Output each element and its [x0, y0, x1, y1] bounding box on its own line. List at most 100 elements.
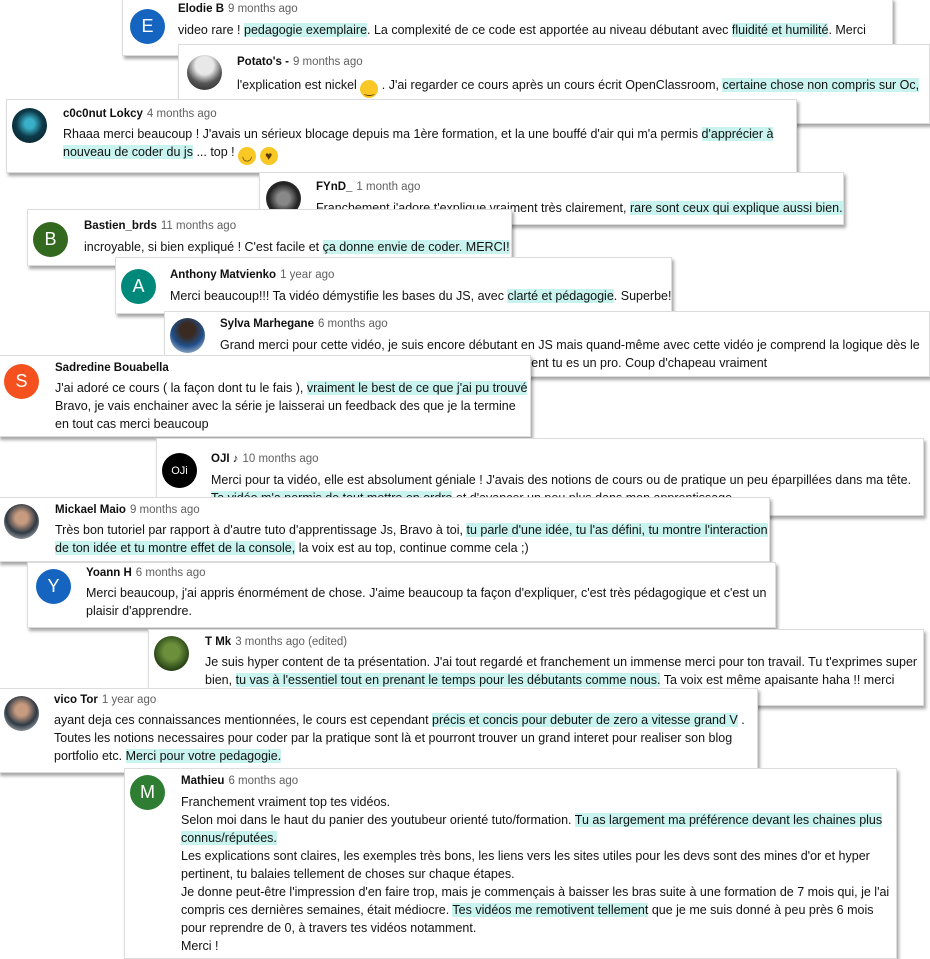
- comment-line: Je suis hyper content de ta présentation…: [205, 653, 917, 671]
- comment-body: ayant deja ces connaissances mentionnées…: [54, 711, 745, 765]
- comment-line: Très bon tutoriel par rapport à d'autre …: [55, 521, 768, 539]
- timestamp[interactable]: 1 year ago: [102, 694, 156, 706]
- author-name[interactable]: Yoann H: [86, 567, 132, 579]
- author-name[interactable]: Bastien_brds: [84, 220, 157, 232]
- comment-line: video rare ! pedagogie exemplaire. La co…: [178, 21, 866, 39]
- timestamp[interactable]: 4 months ago: [147, 108, 217, 120]
- comment-body: J'ai adoré ce cours ( la façon dont tu l…: [55, 379, 528, 433]
- comment-header: Sadredine Bouabella: [55, 362, 173, 374]
- comment-text: . J'ai regarder ce cours après un cours …: [378, 78, 723, 92]
- highlighted-text: d'apprécier à: [701, 127, 774, 141]
- comment-text: . Merci: [828, 23, 866, 37]
- avatar[interactable]: Y: [36, 569, 71, 604]
- comment-card: S Sadredine Bouabella J'ai adoré ce cours …: [0, 355, 531, 437]
- comment-line: Les explications sont claires, les exemp…: [181, 847, 889, 865]
- timestamp[interactable]: 11 months ago: [161, 220, 236, 232]
- author-name[interactable]: T Mk: [205, 636, 231, 648]
- comment-line: J'ai adoré ce cours ( la façon dont tu l…: [55, 379, 528, 397]
- comment-text: bien,: [205, 673, 236, 687]
- comment-card: Mickael Maio 9 months ago Très bon tutorie…: [0, 497, 770, 562]
- author-name[interactable]: FYnD_: [316, 181, 352, 193]
- avatar[interactable]: [154, 636, 189, 671]
- timestamp[interactable]: 6 months ago: [228, 775, 298, 787]
- comment-line: compris ces dernières semaines, était mé…: [181, 901, 889, 919]
- timestamp[interactable]: 6 months ago: [136, 567, 206, 579]
- timestamp[interactable]: 1 year ago: [280, 269, 334, 281]
- comment-card: A Anthony Matvienko 1 year ago Merci beauco…: [115, 257, 672, 314]
- comment-text: Toutes les notions necessaires pour code…: [54, 731, 733, 745]
- comment-body: Franchement vraiment top tes vidéos. Selo…: [181, 793, 889, 955]
- comment-line: pour reprendre de 0, à travers tes vidéo…: [181, 919, 889, 937]
- comment-line: Rhaaa merci beaucoup ! J'avais un sérieu…: [63, 125, 774, 143]
- comment-header: Mickael Maio 9 months ago: [55, 504, 200, 516]
- timestamp[interactable]: 6 months ago: [318, 318, 388, 330]
- comment-line: portfolio etc. Merci pour votre pedagogi…: [54, 747, 745, 765]
- comment-text: Ta voix est même apaisante haha !! merci: [660, 673, 895, 687]
- avatar[interactable]: [4, 696, 39, 731]
- author-name[interactable]: OJI ♪: [211, 453, 238, 465]
- author-name[interactable]: vico Tor: [54, 694, 98, 706]
- avatar[interactable]: A: [121, 269, 156, 304]
- avatar[interactable]: [187, 55, 222, 90]
- avatar[interactable]: M: [130, 775, 165, 810]
- comment-header: Yoann H 6 months ago: [86, 567, 205, 579]
- comment-text: ayant deja ces connaissances mentionnées…: [54, 713, 433, 727]
- highlighted-text: pedagogie exemplaire: [244, 23, 368, 37]
- author-name[interactable]: Elodie B: [178, 3, 224, 15]
- comment-header: Bastien_brds 11 months ago: [84, 220, 236, 232]
- avatar[interactable]: S: [4, 364, 39, 399]
- timestamp[interactable]: 9 months ago: [228, 3, 298, 15]
- avatar[interactable]: OJi: [162, 453, 197, 488]
- comment-header: Mathieu 6 months ago: [181, 775, 298, 787]
- comment-text: que je me suis donné à peu près 6 mois: [648, 903, 874, 917]
- timestamp[interactable]: 3 months ago (edited): [235, 636, 347, 648]
- avatar[interactable]: [4, 504, 39, 539]
- comment-line: Merci pour ta vidéo, elle est absolument…: [211, 471, 911, 489]
- avatar[interactable]: [170, 318, 205, 353]
- comment-text: Rhaaa merci beaucoup ! J'avais un sérieu…: [63, 127, 702, 141]
- author-name[interactable]: Potato's -: [237, 56, 289, 68]
- comment-text: pour reprendre de 0, à travers tes vidéo…: [181, 921, 477, 935]
- timestamp[interactable]: 1 month ago: [356, 181, 420, 193]
- comment-text: . Superbe!: [613, 289, 672, 303]
- comment-text: Très bon tutoriel par rapport à d'autre …: [55, 523, 467, 537]
- author-name[interactable]: Sylva Marhegane: [220, 318, 314, 330]
- comment-card: M Mathieu 6 months ago Franchement vraiment…: [124, 768, 897, 959]
- highlighted-text: Tu as largement ma préférence devant les…: [574, 813, 883, 827]
- comment-text: Merci pour ta vidéo, elle est absolument…: [211, 473, 912, 487]
- comment-text: plaisir d'apprendre.: [86, 604, 192, 618]
- comment-line: en tout cas merci beaucoup: [55, 415, 527, 433]
- comment-line: Toutes les notions necessaires pour code…: [54, 729, 745, 747]
- timestamp[interactable]: 10 months ago: [242, 453, 318, 465]
- avatar[interactable]: B: [33, 222, 68, 257]
- comment-line: Grand merci pour cette vidéo, je suis en…: [220, 336, 920, 354]
- comment-body: video rare ! pedagogie exemplaire. La co…: [178, 21, 866, 39]
- avatar[interactable]: [12, 108, 47, 143]
- author-name[interactable]: Anthony Matvienko: [170, 269, 276, 281]
- comment-text: portfolio etc.: [54, 749, 126, 763]
- author-name[interactable]: c0c0nut Lokcy: [63, 108, 143, 120]
- comment-body: incroyable, si bien expliqué ! C'est fac…: [84, 238, 510, 256]
- timestamp[interactable]: 9 months ago: [130, 504, 200, 516]
- avatar[interactable]: E: [130, 9, 165, 44]
- author-name[interactable]: Mathieu: [181, 775, 224, 787]
- comment-text: video rare !: [178, 23, 245, 37]
- comment-text: compris ces dernières semaines, était mé…: [181, 903, 453, 917]
- comment-line: Merci beaucoup!!! Ta vidéo démystifie le…: [170, 287, 671, 305]
- timestamp[interactable]: 9 months ago: [293, 56, 363, 68]
- author-name[interactable]: Mickael Maio: [55, 504, 126, 516]
- comment-header: Potato's - 9 months ago: [237, 56, 363, 68]
- comment-text: .: [737, 713, 745, 727]
- comment-text: l'explication est nickel: [237, 78, 361, 92]
- author-name[interactable]: Sadredine Bouabella: [55, 362, 169, 374]
- comment-text: pertinent, tu balaies tellement de chose…: [181, 867, 515, 881]
- highlighted-text: Merci pour votre pedagogie.: [125, 749, 282, 763]
- comment-text: la voix est au top, continue comme cela …: [295, 541, 529, 555]
- highlighted-text: de ton idée et tu montre effet de la con…: [55, 541, 296, 555]
- comment-line: plaisir d'apprendre.: [86, 602, 766, 620]
- comment-text: Bravo, je vais enchainer avec la série j…: [55, 399, 516, 413]
- comment-header: OJI ♪ 10 months ago: [211, 453, 319, 465]
- comment-text: Grand merci pour cette vidéo, je suis en…: [220, 338, 920, 352]
- comment-header: Elodie B 9 months ago: [178, 3, 298, 15]
- comment-line: Selon moi dans le haut du panier des you…: [181, 811, 889, 829]
